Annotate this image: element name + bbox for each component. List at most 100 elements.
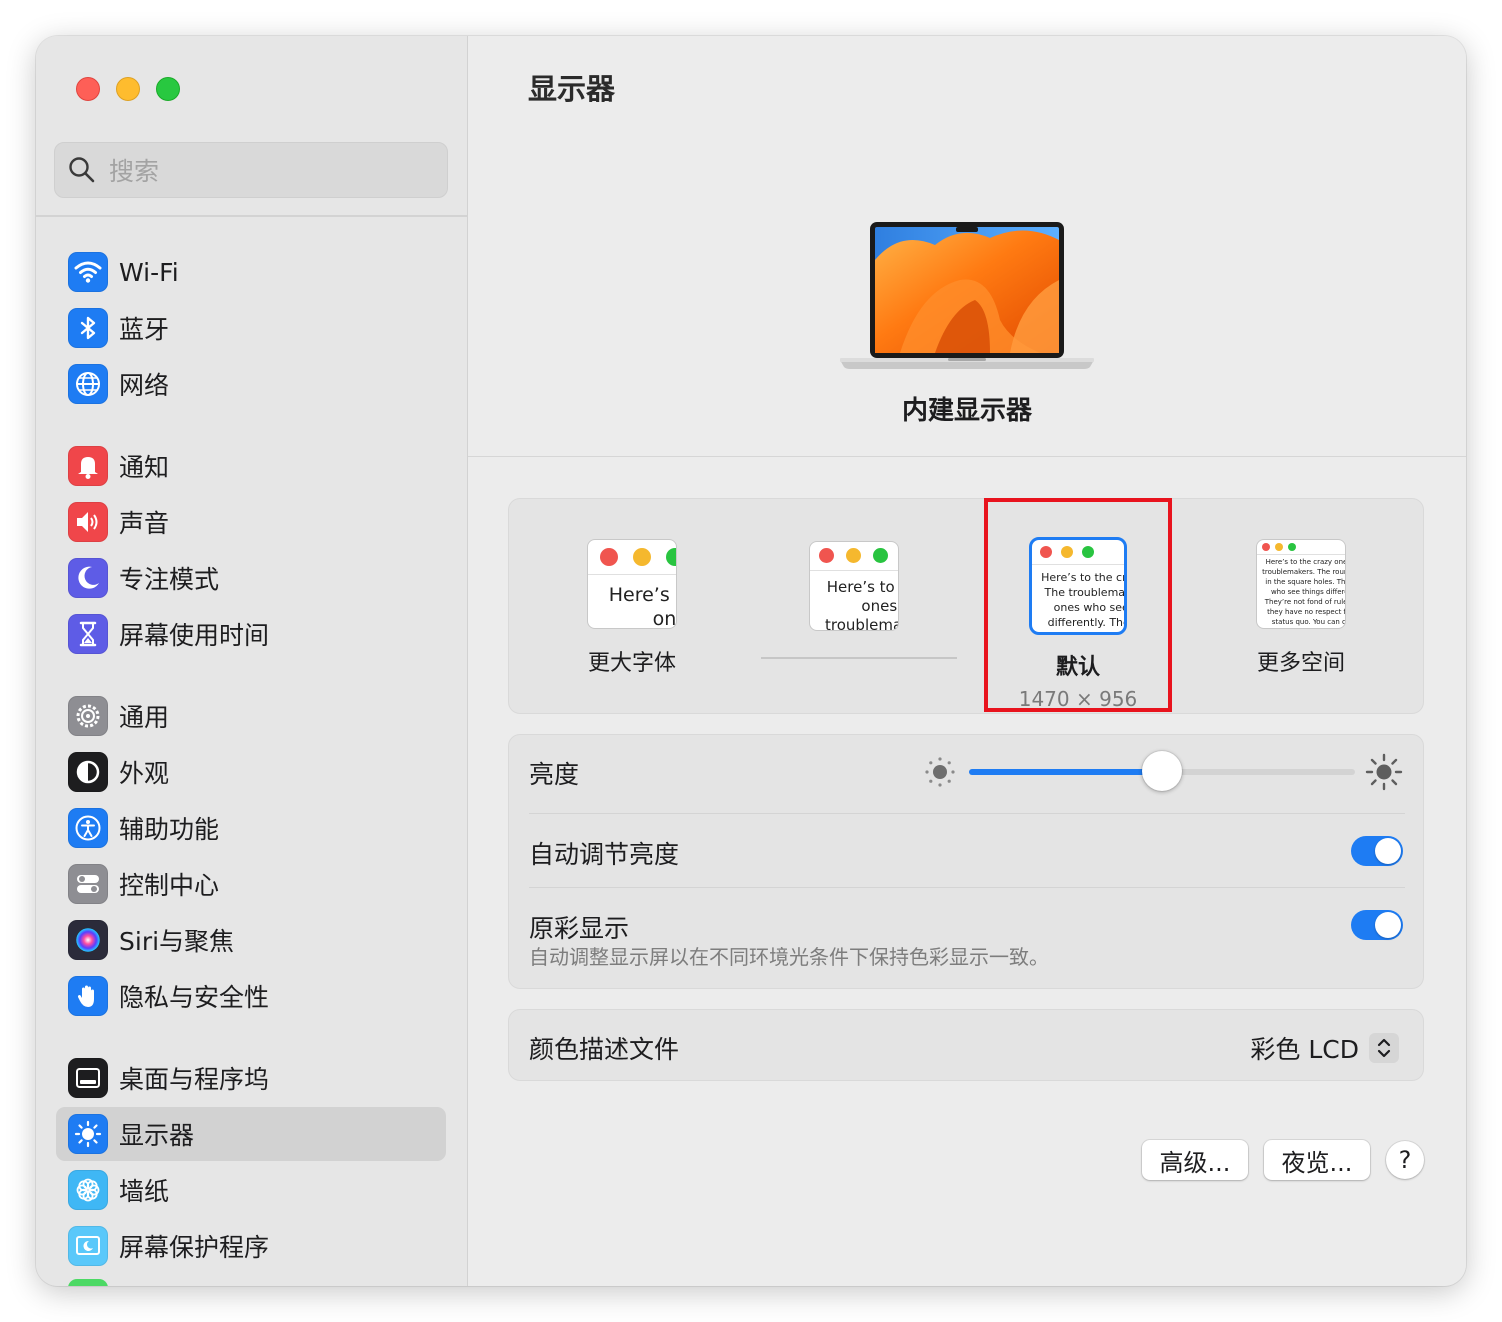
thumb-green-dot xyxy=(873,548,888,563)
close-window-button[interactable] xyxy=(76,77,100,101)
sidebar-item-screen-time[interactable]: 屏幕使用时间 xyxy=(56,607,446,661)
bell-icon xyxy=(68,446,108,486)
sidebar-item-desktop-dock[interactable]: 桌面与程序坞 xyxy=(56,1051,446,1105)
sidebar-item-appearance[interactable]: 外观 xyxy=(56,745,446,799)
thumb-red-dot xyxy=(1040,546,1052,558)
resolution-thumbnail: Here’s to the crazy ones. The troublemak… xyxy=(809,541,899,631)
chevron-up-down-icon xyxy=(1369,1033,1399,1063)
sidebar-item-displays[interactable]: 显示器 xyxy=(56,1107,446,1161)
sidebar-item-label: 墙纸 xyxy=(119,1177,170,1206)
accessibility-icon xyxy=(68,808,108,848)
sidebar-item-control-center[interactable]: 控制中心 xyxy=(56,857,446,911)
auto-brightness-toggle[interactable] xyxy=(1351,836,1403,866)
sidebar: Wi-Fi 蓝牙 网络 xyxy=(36,36,468,1286)
thumbnail-sample-text: Here’s to the crazy ones. The troublemak… xyxy=(1041,571,1127,632)
thumb-red-dot xyxy=(1262,543,1270,551)
system-settings-window: Wi-Fi 蓝牙 网络 xyxy=(36,36,1466,1286)
true-tone-description: 自动调整显示屏以在不同环境光条件下保持色彩显示一致。 xyxy=(529,945,1049,969)
hero-divider xyxy=(468,456,1466,457)
sidebar-item-accessibility[interactable]: 辅助功能 xyxy=(56,801,446,855)
sidebar-item-label: 屏幕保护程序 xyxy=(119,1233,270,1262)
sidebar-item-privacy[interactable]: 隐私与安全性 xyxy=(56,969,446,1023)
true-tone-label: 原彩显示 xyxy=(529,914,630,943)
thumb-yellow-dot xyxy=(846,548,861,563)
search-input[interactable] xyxy=(107,143,431,199)
sidebar-item-label: Wi-Fi xyxy=(119,257,179,287)
resolution-section: Here’s to the crazy ones. The troublemak… xyxy=(508,498,1424,714)
thumb-green-dot xyxy=(1288,543,1296,551)
globe-icon xyxy=(68,364,108,404)
color-profile-value: 彩色 LCD xyxy=(1250,1035,1359,1064)
thumb-red-dot xyxy=(819,548,834,563)
thumb-yellow-dot xyxy=(633,548,651,566)
sidebar-item-label: 显示器 xyxy=(119,1121,195,1150)
speaker-icon xyxy=(68,502,108,542)
sidebar-item-wifi[interactable]: Wi-Fi xyxy=(56,245,446,299)
resolution-option-default[interactable]: Here’s to the crazy ones. The troublemak… xyxy=(978,537,1178,711)
row-separator xyxy=(529,813,1405,814)
gear-icon xyxy=(68,696,108,736)
siri-icon xyxy=(68,920,108,960)
color-profile-label: 颜色描述文件 xyxy=(529,1035,680,1064)
sidebar-item-bluetooth[interactable]: 蓝牙 xyxy=(56,301,446,355)
sidebar-item-siri[interactable]: Siri与聚焦 xyxy=(56,913,446,967)
search-icon xyxy=(69,157,95,183)
sidebar-item-label: 隐私与安全性 xyxy=(119,983,270,1012)
screensaver-icon xyxy=(68,1226,108,1266)
minimize-window-button[interactable] xyxy=(116,77,140,101)
thumb-yellow-dot xyxy=(1275,543,1283,551)
sidebar-item-label: 通知 xyxy=(119,453,170,482)
advanced-button[interactable]: 高级... xyxy=(1142,1140,1248,1180)
thumbnail-sample-text: Here’s to the crazy ones. The troublemak… xyxy=(608,584,677,629)
thumbnail-sample-text: Here’s to the crazy ones. The troublemak… xyxy=(825,578,899,631)
resolution-thumbnail: Here’s to the crazy ones. The troublemak… xyxy=(1256,539,1346,629)
brightness-slider-knob[interactable] xyxy=(1142,751,1182,791)
main-content: 显示器 内建显示器 Here’s on 更大字体 Here’s to ones.… xyxy=(468,36,1466,1286)
thumb-red-dot xyxy=(600,548,618,566)
hourglass-icon xyxy=(68,614,108,654)
sun-icon xyxy=(68,1114,108,1154)
laptop-illustration xyxy=(840,222,1094,369)
display-name: 内建显示器 xyxy=(901,396,1032,426)
sidebar-item-focus[interactable]: 专注模式 xyxy=(56,551,446,605)
color-profile-section: 颜色描述文件 彩色 LCD xyxy=(508,1009,1424,1081)
sidebar-item-label: 声音 xyxy=(119,509,170,538)
sidebar-item-label: 通用 xyxy=(119,703,170,732)
toggles-icon xyxy=(68,864,108,904)
auto-brightness-label: 自动调节亮度 xyxy=(529,840,680,869)
night-shift-button[interactable]: 夜览... xyxy=(1264,1140,1370,1180)
sidebar-item-wallpaper[interactable]: 墙纸 xyxy=(56,1163,446,1217)
sidebar-item-network[interactable]: 网络 xyxy=(56,357,446,411)
thumb-yellow-dot xyxy=(1061,546,1073,558)
bluetooth-icon xyxy=(68,308,108,348)
resolution-option-label: 更多空间 xyxy=(1256,651,1345,676)
flower-icon xyxy=(68,1170,108,1210)
thumbnail-sample-text: Here’s to the crazy ones. The troublemak… xyxy=(1262,558,1346,626)
help-button[interactable]: ? xyxy=(1386,1141,1424,1179)
sidebar-item-label: 辅助功能 xyxy=(119,815,220,844)
resolution-option-more-space[interactable]: Here’s to the crazy ones. The troublemak… xyxy=(1201,539,1401,677)
true-tone-toggle[interactable] xyxy=(1351,910,1403,940)
zoom-window-button[interactable] xyxy=(156,77,180,101)
resolution-option-label: 更大字体 xyxy=(587,651,676,676)
resolution-option-2[interactable]: Here’s to the crazy ones. The troublemak… xyxy=(754,539,954,647)
sidebar-item-screen-saver[interactable]: 屏幕保护程序 xyxy=(56,1219,446,1273)
sidebar-item-sound[interactable]: 声音 xyxy=(56,495,446,549)
thumb-green-dot xyxy=(666,548,676,566)
color-profile-popup[interactable]: 彩色 LCD xyxy=(1250,1030,1399,1066)
resolution-option-label: 默认 xyxy=(1055,655,1100,680)
sidebar-item-general[interactable]: 通用 xyxy=(56,689,446,743)
thumb-green-dot xyxy=(1082,546,1094,558)
sidebar-item-label: 专注模式 xyxy=(119,565,220,594)
sidebar-item-label: 屏幕使用时间 xyxy=(119,621,270,650)
resolution-option-larger-text[interactable]: Here’s to the crazy ones. The troublemak… xyxy=(532,539,732,677)
page-title: 显示器 xyxy=(528,72,616,106)
sidebar-item-label: 控制中心 xyxy=(119,871,220,900)
resolution-thumbnail-selected: Here’s to the crazy ones. The troublemak… xyxy=(1029,537,1127,635)
brightness-slider-fill xyxy=(969,769,1162,775)
sidebar-item-notifications[interactable]: 通知 xyxy=(56,439,446,493)
dock-icon xyxy=(68,1058,108,1098)
search-field[interactable] xyxy=(54,142,448,199)
brightness-section: 亮度 自动调节亮度 原彩显示 自动调整显示屏以在不同环境光条件下保持色彩显示一致… xyxy=(508,734,1424,989)
sidebar-item-label: Siri与聚焦 xyxy=(119,927,235,956)
